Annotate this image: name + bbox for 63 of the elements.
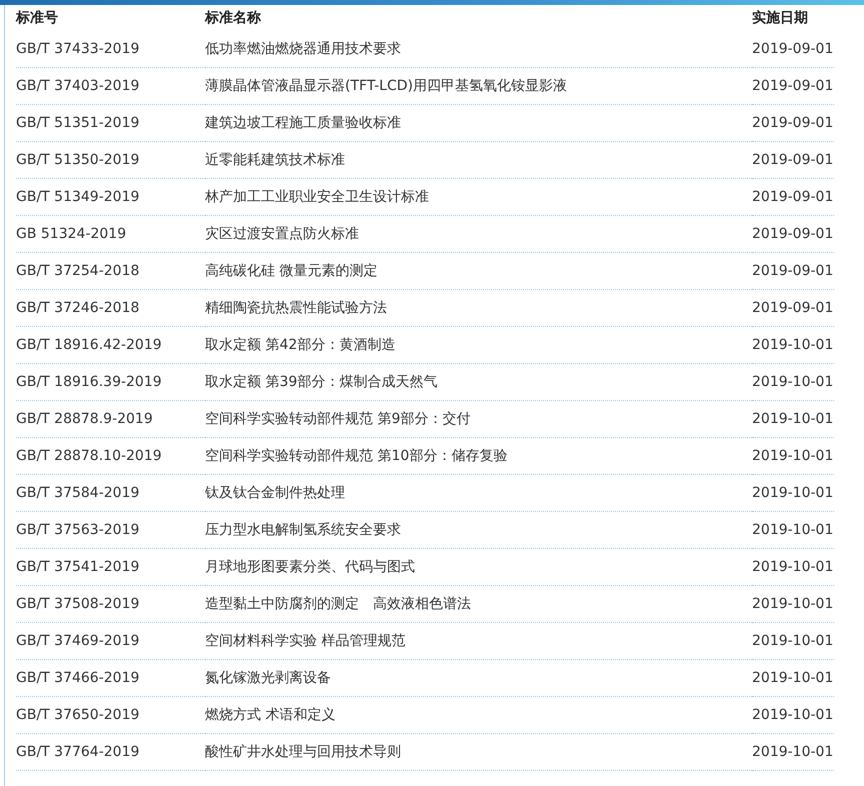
date-cell: 2019-09-01	[752, 142, 834, 178]
standard-number-cell: GB/T 37254-2018	[16, 252, 205, 290]
standard-number-cell: GB/T 37563-2019	[16, 512, 205, 548]
date-cell: 2019-09-01	[752, 252, 834, 290]
date-cell: 2019-09-01	[752, 178, 834, 216]
standard-number-cell: GB/T 51351-2019	[16, 104, 205, 142]
standard-name-cell: 近零能耗建筑技术标准	[205, 142, 752, 178]
standard-name-cell: 薄膜晶体管液晶显示器(TFT-LCD)用四甲基氢氧化铵显影液	[205, 68, 752, 104]
standard-name-cell: 钛及钛合金制件热处理	[205, 474, 752, 512]
date-cell: 2019-09-01	[752, 31, 834, 68]
date-cell: 2019-09-01	[752, 104, 834, 142]
standard-number-cell: GB/T 37466-2019	[16, 660, 205, 696]
standard-name-cell: 建筑边坡工程施工质量验收标准	[205, 104, 752, 142]
standard-number-cell: GB/T 28878.10-2019	[16, 438, 205, 474]
standard-name-cell: 酸性矿井水处理与回用技术导则	[205, 734, 752, 770]
standard-name-cell: 空间科学实验转动部件规范 第10部分：储存复验	[205, 438, 752, 474]
standard-name-cell: 月球地形图要素分类、代码与图式	[205, 548, 752, 586]
standard-name-cell: 精细陶瓷抗热震性能试验方法	[205, 290, 752, 326]
standard-number-cell: GB/T 37764-2019	[16, 734, 205, 770]
date-cell: 2019-09-01	[752, 216, 834, 252]
date-cell: 2019-10-01	[752, 696, 834, 734]
standard-number-cell: GB/T 18916.42-2019	[16, 326, 205, 364]
standard-name-cell: 取水定额 第39部分：煤制合成天然气	[205, 364, 752, 400]
date-cell: 2019-09-01	[752, 68, 834, 104]
date-cell: 2019-10-01	[752, 438, 834, 474]
standard-number-cell: GB 51324-2019	[16, 216, 205, 252]
date-cell: 2019-10-01	[752, 474, 834, 512]
date-cell: 2019-10-01	[752, 548, 834, 586]
standard-name-cell: 空间科学实验转动部件规范 第9部分：交付	[205, 400, 752, 438]
standard-name-cell: 氮化镓激光剥离设备	[205, 660, 752, 696]
standard-number-cell: GB/T 37403-2019	[16, 68, 205, 104]
standard-number-cell: GB/T 28878.9-2019	[16, 400, 205, 438]
date-cell: 2019-10-01	[752, 622, 834, 660]
date-cell: 2019-10-01	[752, 326, 834, 364]
standard-name-cell: 压力型水电解制氢系统安全要求	[205, 512, 752, 548]
standard-number-cell: GB/T 51350-2019	[16, 142, 205, 178]
date-cell: 2019-10-01	[752, 660, 834, 696]
date-cell: 2019-10-01	[752, 586, 834, 622]
standard-number-cell: GB/T 51349-2019	[16, 178, 205, 216]
standard-name-cell: 高纯碳化硅 微量元素的测定	[205, 252, 752, 290]
standard-number-cell: GB/T 37541-2019	[16, 548, 205, 586]
standard-number-cell: GB/T 37433-2019	[16, 31, 205, 68]
date-cell: 2019-10-01	[752, 364, 834, 400]
standard-name-cell: 造型黏土中防腐剂的测定 高效液相色谱法	[205, 586, 752, 622]
standard-name-cell: 空间材料科学实验 样品管理规范	[205, 622, 752, 660]
date-cell: 2019-10-01	[752, 734, 834, 770]
standard-number-cell: GB/T 37584-2019	[16, 474, 205, 512]
standard-name-cell: 低功率燃油燃烧器通用技术要求	[205, 31, 752, 68]
date-cell: 2019-10-01	[752, 400, 834, 438]
standard-number-cell: GB/T 37650-2019	[16, 696, 205, 734]
column-header: 标准号	[16, 5, 205, 31]
standard-number-cell: GB/T 37508-2019	[16, 586, 205, 622]
standard-number-cell: GB/T 37246-2018	[16, 290, 205, 326]
standard-number-cell: GB/T 18916.39-2019	[16, 364, 205, 400]
standard-name-cell: 取水定额 第42部分：黄酒制造	[205, 326, 752, 364]
standard-name-cell: 燃烧方式 术语和定义	[205, 696, 752, 734]
column-header: 实施日期	[752, 8, 809, 28]
standard-name-cell: 灾区过渡安置点防火标准	[205, 216, 752, 252]
column-header: 标准名称	[205, 9, 262, 28]
standard-number-cell: GB/T 37469-2019	[16, 622, 205, 660]
date-cell: 2019-10-01	[752, 512, 834, 548]
standard-name-cell: 林产加工工业职业安全卫生设计标准	[205, 178, 752, 216]
date-cell: 2019-09-01	[752, 290, 834, 326]
